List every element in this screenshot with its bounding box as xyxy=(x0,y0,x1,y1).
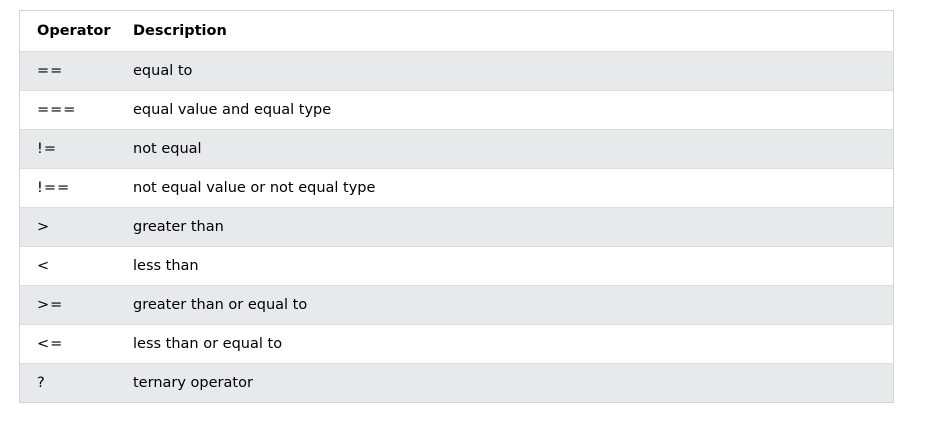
description-cell: greater than or equal to xyxy=(133,285,893,325)
description-cell: equal value and equal type xyxy=(133,90,893,130)
table-row: < less than xyxy=(20,246,893,286)
table-row: !== not equal value or not equal type xyxy=(20,168,893,208)
table-row: >= greater than or equal to xyxy=(20,285,893,325)
operator-cell: >= xyxy=(20,285,133,325)
table-row: ? ternary operator xyxy=(20,363,893,402)
comparison-operators-table-container: Operator Description == equal to === equ… xyxy=(19,10,894,403)
operator-cell: !== xyxy=(20,168,133,208)
table-row: != not equal xyxy=(20,129,893,169)
table-row: === equal value and equal type xyxy=(20,90,893,130)
header-operator: Operator xyxy=(20,11,133,52)
description-cell: not equal value or not equal type xyxy=(133,168,893,208)
operator-cell: != xyxy=(20,129,133,169)
description-cell: less than or equal to xyxy=(133,324,893,364)
table-header-row: Operator Description xyxy=(20,11,893,52)
description-cell: not equal xyxy=(133,129,893,169)
operator-cell: <= xyxy=(20,324,133,364)
operator-cell: ? xyxy=(37,374,46,391)
operator-cell: === xyxy=(20,90,133,130)
operator-cell: == xyxy=(20,51,133,91)
description-cell: less than xyxy=(133,246,893,286)
operator-cell: > xyxy=(20,207,133,247)
description-cell: greater than xyxy=(133,207,893,247)
header-description: Description xyxy=(133,11,893,52)
table-row: > greater than xyxy=(20,207,893,247)
description-cell: ternary operator xyxy=(133,374,253,391)
table-row: <= less than or equal to xyxy=(20,324,893,364)
description-cell: equal to xyxy=(133,51,893,91)
comparison-operators-table: Operator Description == equal to === equ… xyxy=(20,11,893,402)
operator-cell: < xyxy=(20,246,133,286)
table-row: == equal to xyxy=(20,51,893,91)
